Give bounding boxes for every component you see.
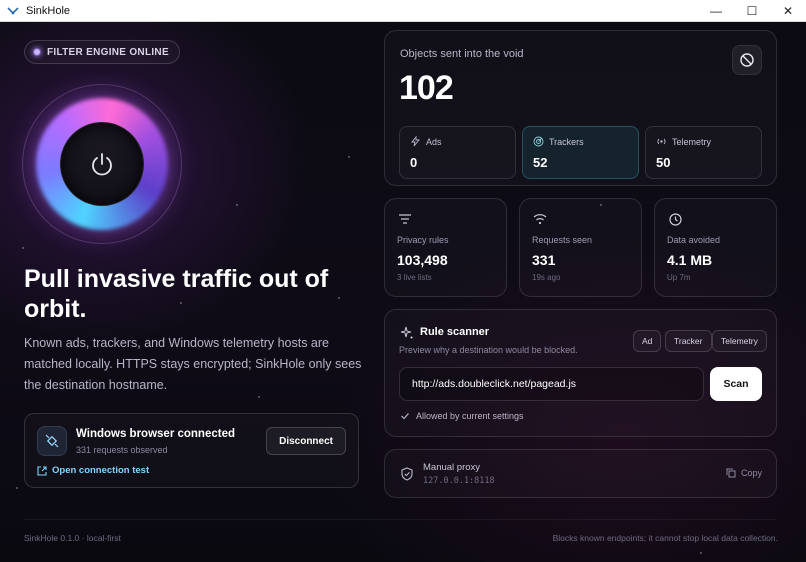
hero-description: Known ads, trackers, and Windows telemet…: [24, 336, 362, 392]
maximize-button[interactable]: ☐: [734, 0, 770, 22]
stat-label: Privacy rules: [397, 235, 449, 245]
void-label: Objects sent into the void: [400, 48, 524, 60]
stat-subtext: 19s ago: [532, 273, 561, 282]
shield-icon: [399, 466, 415, 482]
category-label: Telemetry: [672, 137, 712, 147]
scanner-title: Rule scanner: [420, 326, 490, 338]
category-value: 0: [410, 155, 418, 170]
category-value: 50: [656, 155, 671, 170]
stat-subtext: Up 7m: [667, 273, 691, 282]
rule-scanner-panel: Rule scanner Preview why a destination w…: [384, 309, 777, 437]
stat-privacy-rules: Privacy rules 103,498 3 live lists: [384, 198, 507, 297]
external-link-icon: [37, 465, 47, 476]
footer-version: SinkHole 0.1.0 · local-first: [24, 533, 121, 543]
connection-test-link[interactable]: Open connection test: [37, 465, 149, 476]
hero-headline: Pull invasive traffic out of orbit.: [24, 265, 329, 323]
manual-proxy-panel: Manual proxy 127.0.0.1:8118 Copy: [384, 449, 777, 498]
power-icon: [92, 153, 112, 176]
star-decoration: [348, 156, 350, 158]
category-telemetry[interactable]: Telemetry 50: [645, 126, 762, 179]
scanner-subtitle: Preview why a destination would be block…: [399, 345, 578, 355]
footer-divider: [24, 519, 777, 520]
wifi-icon: [532, 211, 548, 227]
copy-proxy-button[interactable]: Copy: [726, 468, 762, 478]
satellite-icon: [37, 426, 67, 456]
chip-telemetry[interactable]: Telemetry: [712, 330, 767, 352]
connection-subtitle: 331 requests observed: [76, 445, 168, 455]
filter-icon: [397, 211, 413, 227]
close-button[interactable]: ✕: [770, 0, 806, 22]
app-root: FILTER ENGINE ONLINE Pull invasive traff…: [0, 22, 806, 562]
connection-test-label: Open connection test: [52, 465, 150, 476]
scan-button[interactable]: Scan: [710, 367, 762, 401]
star-decoration: [236, 204, 238, 206]
stat-data-avoided: Data avoided 4.1 MB Up 7m: [654, 198, 777, 297]
block-icon: [740, 53, 754, 67]
stat-value: 103,498: [397, 252, 448, 268]
window-title: SinkHole: [26, 4, 71, 17]
radar-icon: [532, 135, 545, 148]
void-panel: Objects sent into the void 102 Ads 0 Tra…: [384, 30, 777, 186]
stat-value: 331: [532, 252, 556, 268]
stat-subtext: 3 live lists: [397, 273, 432, 282]
connection-card: Windows browser connected 331 requests o…: [24, 413, 359, 488]
scan-result-text: Allowed by current settings: [416, 411, 524, 421]
scan-result: Allowed by current settings: [400, 411, 524, 421]
star-decoration: [700, 552, 702, 554]
category-label: Ads: [426, 137, 442, 147]
proxy-address: 127.0.0.1:8118: [423, 476, 495, 486]
disconnect-button[interactable]: Disconnect: [266, 427, 346, 455]
category-trackers[interactable]: Trackers 52: [522, 126, 639, 179]
proxy-label: Manual proxy: [423, 462, 481, 473]
chip-tracker[interactable]: Tracker: [665, 330, 712, 352]
check-icon: [401, 413, 409, 420]
status-dot-icon: [33, 48, 41, 56]
minimize-button[interactable]: —: [698, 0, 734, 22]
clock-icon: [667, 211, 683, 227]
destination-url-input[interactable]: [399, 367, 704, 401]
stat-label: Requests seen: [532, 235, 593, 245]
star-decoration: [258, 396, 260, 398]
chip-ad[interactable]: Ad: [633, 330, 662, 352]
copy-icon: [726, 468, 736, 478]
star-decoration: [16, 487, 18, 489]
engine-status-label: FILTER ENGINE ONLINE: [47, 46, 169, 58]
copy-label: Copy: [740, 468, 762, 478]
window-titlebar: SinkHole — ☐ ✕: [0, 0, 806, 22]
stat-value: 4.1 MB: [667, 252, 713, 268]
sparkle-icon: [399, 325, 415, 341]
app-logo-icon: [6, 4, 20, 18]
connection-title: Windows browser connected: [76, 428, 236, 440]
power-button[interactable]: [60, 122, 144, 206]
category-value: 52: [533, 155, 548, 170]
footer-disclaimer: Blocks known endpoints; it cannot stop l…: [552, 533, 778, 543]
star-decoration: [22, 247, 24, 249]
bolt-icon: [409, 135, 422, 148]
broadcast-icon: [655, 135, 668, 148]
block-button[interactable]: [732, 45, 762, 75]
void-count: 102: [399, 69, 454, 107]
engine-status-badge: FILTER ENGINE ONLINE: [24, 40, 180, 64]
stat-requests-seen: Requests seen 331 19s ago: [519, 198, 642, 297]
power-orb: [22, 84, 182, 244]
category-ads[interactable]: Ads 0: [399, 126, 516, 179]
stat-label: Data avoided: [667, 235, 721, 245]
category-label: Trackers: [549, 137, 584, 147]
